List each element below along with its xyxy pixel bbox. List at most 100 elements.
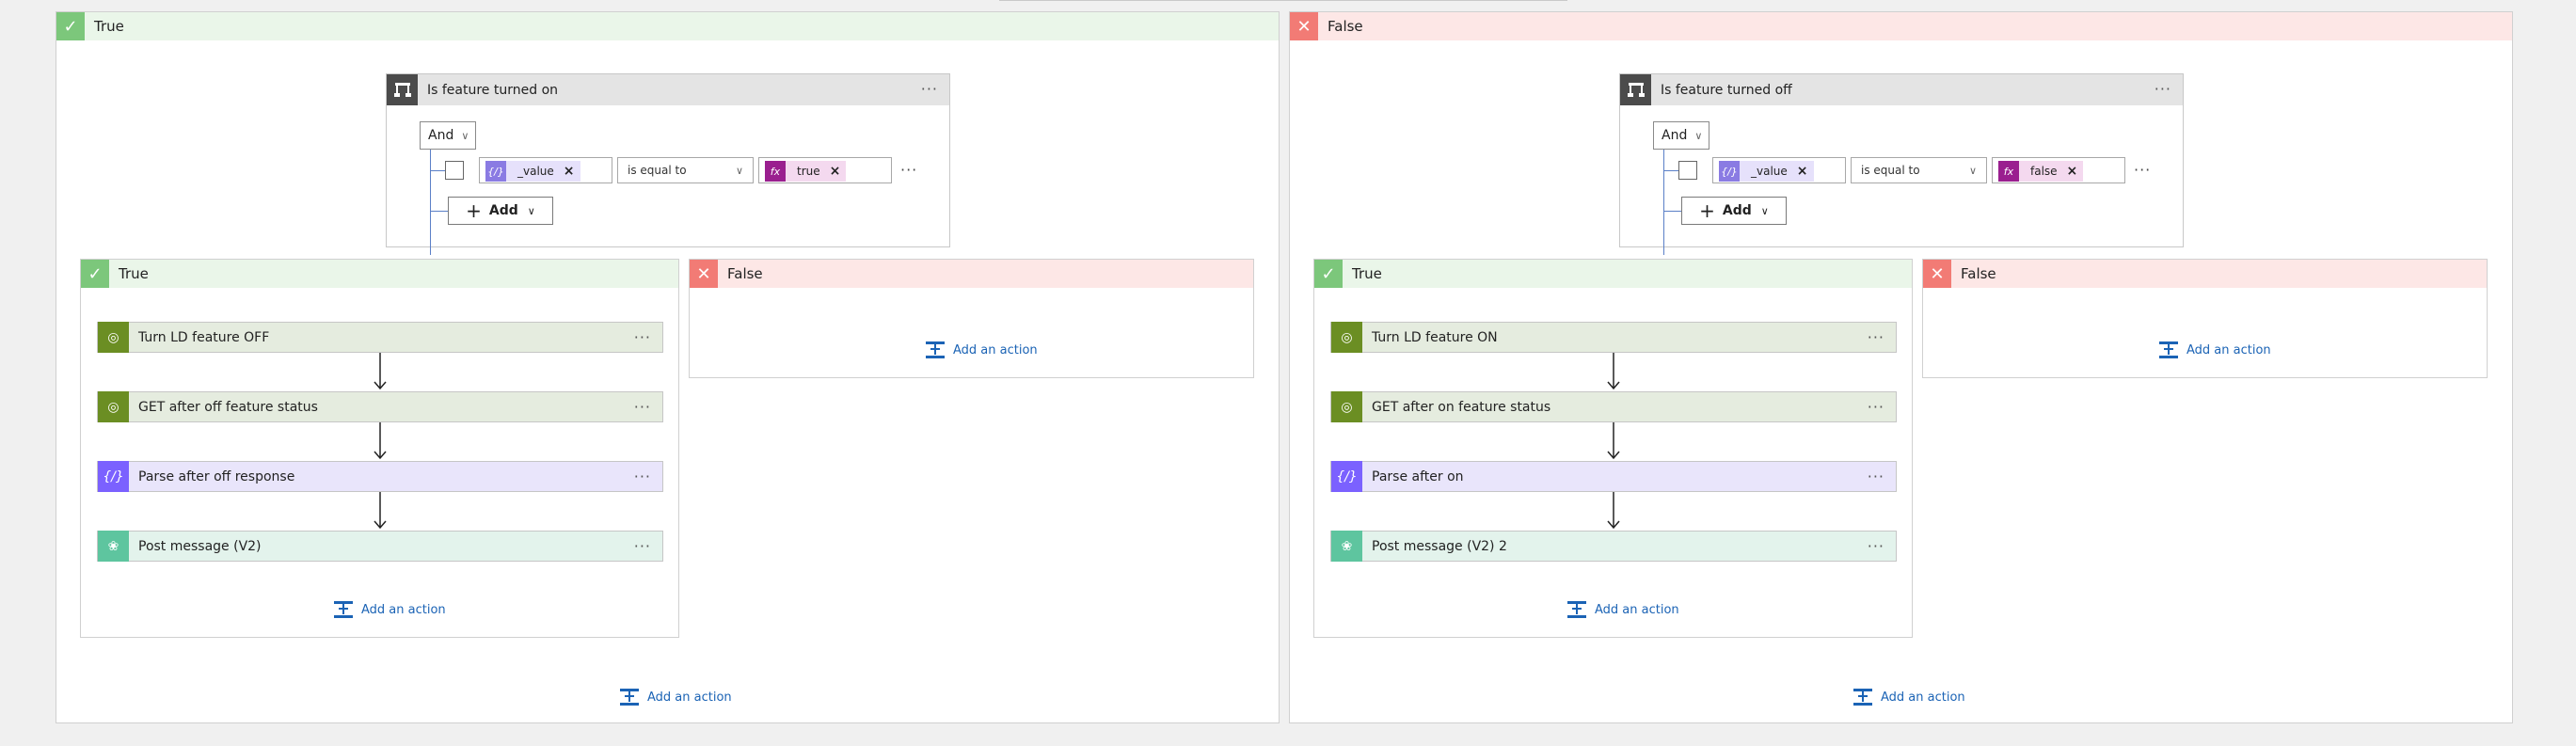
add-action-icon [334,601,353,618]
add-action-link[interactable]: Add an action [925,341,1038,359]
fx-icon: fx [765,161,786,182]
add-action-link[interactable]: Add an action [1852,688,1965,706]
action-card[interactable]: ❀ Post message (V2) ··· [97,531,663,562]
right-operand-field[interactable]: fx true × [758,157,892,183]
add-action-link[interactable]: Add an action [619,688,732,706]
parse-json-icon: {/} [1719,161,1740,182]
action-title: Post message (V2) 2 [1372,538,1507,554]
add-action-icon [1853,689,1872,706]
more-dots-icon[interactable]: ··· [634,537,651,555]
canvas-top-divider [999,0,1567,1]
action-card[interactable]: {/} Parse after on ··· [1330,461,1897,492]
more-dots-icon[interactable]: ··· [1868,328,1884,346]
more-dots-icon[interactable]: ··· [2134,161,2151,179]
add-action-icon [620,689,639,706]
add-action-link[interactable]: Add an action [1566,600,1679,619]
chevron-down-icon: ∨ [527,204,535,217]
close-icon: ✕ [1290,12,1318,40]
more-dots-icon[interactable]: ··· [900,161,917,179]
action-card[interactable]: ◎ GET after on feature status ··· [1330,391,1897,422]
group-operator-value: And [1662,128,1688,143]
branch-label: True [1352,265,1382,282]
inner-false-branch: ✕ False Add an action [689,259,1254,378]
left-operand-field[interactable]: {/} _value × [1712,157,1846,183]
add-action-label: Add an action [1595,602,1679,617]
parse-json-icon: {/} [485,161,506,182]
condition-header[interactable]: Is feature turned off ··· [1620,74,2183,105]
close-icon[interactable]: × [830,164,841,179]
action-card[interactable]: {/} Parse after off response ··· [97,461,663,492]
tree-connector [430,150,431,255]
row-checkbox[interactable] [445,161,464,180]
action-title: Parse after on [1372,468,1464,484]
operator-value: is equal to [1861,164,1920,177]
more-dots-icon[interactable]: ··· [634,398,651,416]
condition-icon [387,74,418,105]
outer-false-branch: ✕ False Is feature turned off ··· And ∨ … [1289,11,2513,723]
branch-label: True [119,265,149,282]
right-operand-field[interactable]: fx false × [1992,157,2125,183]
outer-true-header[interactable]: ✓ True [56,12,1279,40]
arrow-down-icon [1607,422,1620,460]
group-operator-dropdown[interactable]: And ∨ [1653,121,1709,150]
add-row-button[interactable]: + Add ∨ [448,197,553,225]
action-title: GET after off feature status [138,399,318,415]
action-card[interactable]: ◎ GET after off feature status ··· [97,391,663,422]
check-icon: ✓ [56,12,85,40]
close-icon[interactable]: × [564,164,575,179]
dynamic-content-token[interactable]: {/} _value × [485,161,580,182]
operator-dropdown[interactable]: is equal to ∨ [617,157,754,183]
chevron-down-icon: ∨ [1968,164,1977,177]
branch-label: False [1961,265,1996,282]
inner-false-header[interactable]: ✕ False [690,260,1253,288]
check-icon: ✓ [1314,260,1343,288]
action-card[interactable]: ◎ Turn LD feature OFF ··· [97,322,663,353]
more-dots-icon[interactable]: ··· [634,328,651,346]
group-operator-dropdown[interactable]: And ∨ [420,121,476,150]
inner-true-header[interactable]: ✓ True [81,260,678,288]
more-dots-icon[interactable]: ··· [634,468,651,485]
inner-false-header[interactable]: ✕ False [1923,260,2487,288]
more-dots-icon[interactable]: ··· [1868,537,1884,555]
action-card[interactable]: ❀ Post message (V2) 2 ··· [1330,531,1897,562]
more-dots-icon[interactable]: ··· [1868,398,1884,416]
add-action-icon [926,341,945,358]
parse-json-icon: {/} [1331,461,1362,492]
more-dots-icon[interactable]: ··· [1868,468,1884,485]
token-label: true [797,165,820,178]
add-action-link[interactable]: Add an action [333,600,446,619]
chevron-down-icon: ∨ [461,129,469,142]
plus-icon: + [1699,199,1715,222]
tree-connector [1663,170,1678,171]
launchdarkly-icon: ◎ [1331,322,1362,353]
token-label: false [2030,165,2058,178]
row-checkbox[interactable] [1678,161,1697,180]
add-action-link[interactable]: Add an action [2158,341,2271,359]
plus-icon: + [466,199,482,222]
add-label: Add [1722,203,1752,218]
inner-true-branch: ✓ True ◎ Turn LD feature ON ··· ◎ GET af… [1313,259,1913,638]
condition-header[interactable]: Is feature turned on ··· [387,74,949,105]
close-icon[interactable]: × [1797,164,1808,179]
operator-dropdown[interactable]: is equal to ∨ [1851,157,1987,183]
action-title: Turn LD feature ON [1372,329,1498,345]
operator-value: is equal to [628,164,687,177]
dynamic-content-token[interactable]: {/} _value × [1719,161,1814,182]
token-label: _value [517,165,554,178]
expression-token[interactable]: fx true × [765,161,847,182]
inner-true-header[interactable]: ✓ True [1314,260,1912,288]
add-action-label: Add an action [1881,690,1965,705]
left-operand-field[interactable]: {/} _value × [479,157,612,183]
tree-connector [430,170,445,171]
close-icon[interactable]: × [2067,164,2078,179]
expression-token[interactable]: fx false × [1998,161,2084,182]
more-dots-icon[interactable]: ··· [921,80,938,98]
add-row-button[interactable]: + Add ∨ [1681,197,1787,225]
more-dots-icon[interactable]: ··· [2155,80,2171,98]
add-action-icon [2159,341,2178,358]
close-icon: ✕ [690,260,718,288]
action-title: GET after on feature status [1372,399,1551,415]
action-card[interactable]: ◎ Turn LD feature ON ··· [1330,322,1897,353]
add-action-label: Add an action [647,690,732,705]
outer-false-header[interactable]: ✕ False [1290,12,2512,40]
